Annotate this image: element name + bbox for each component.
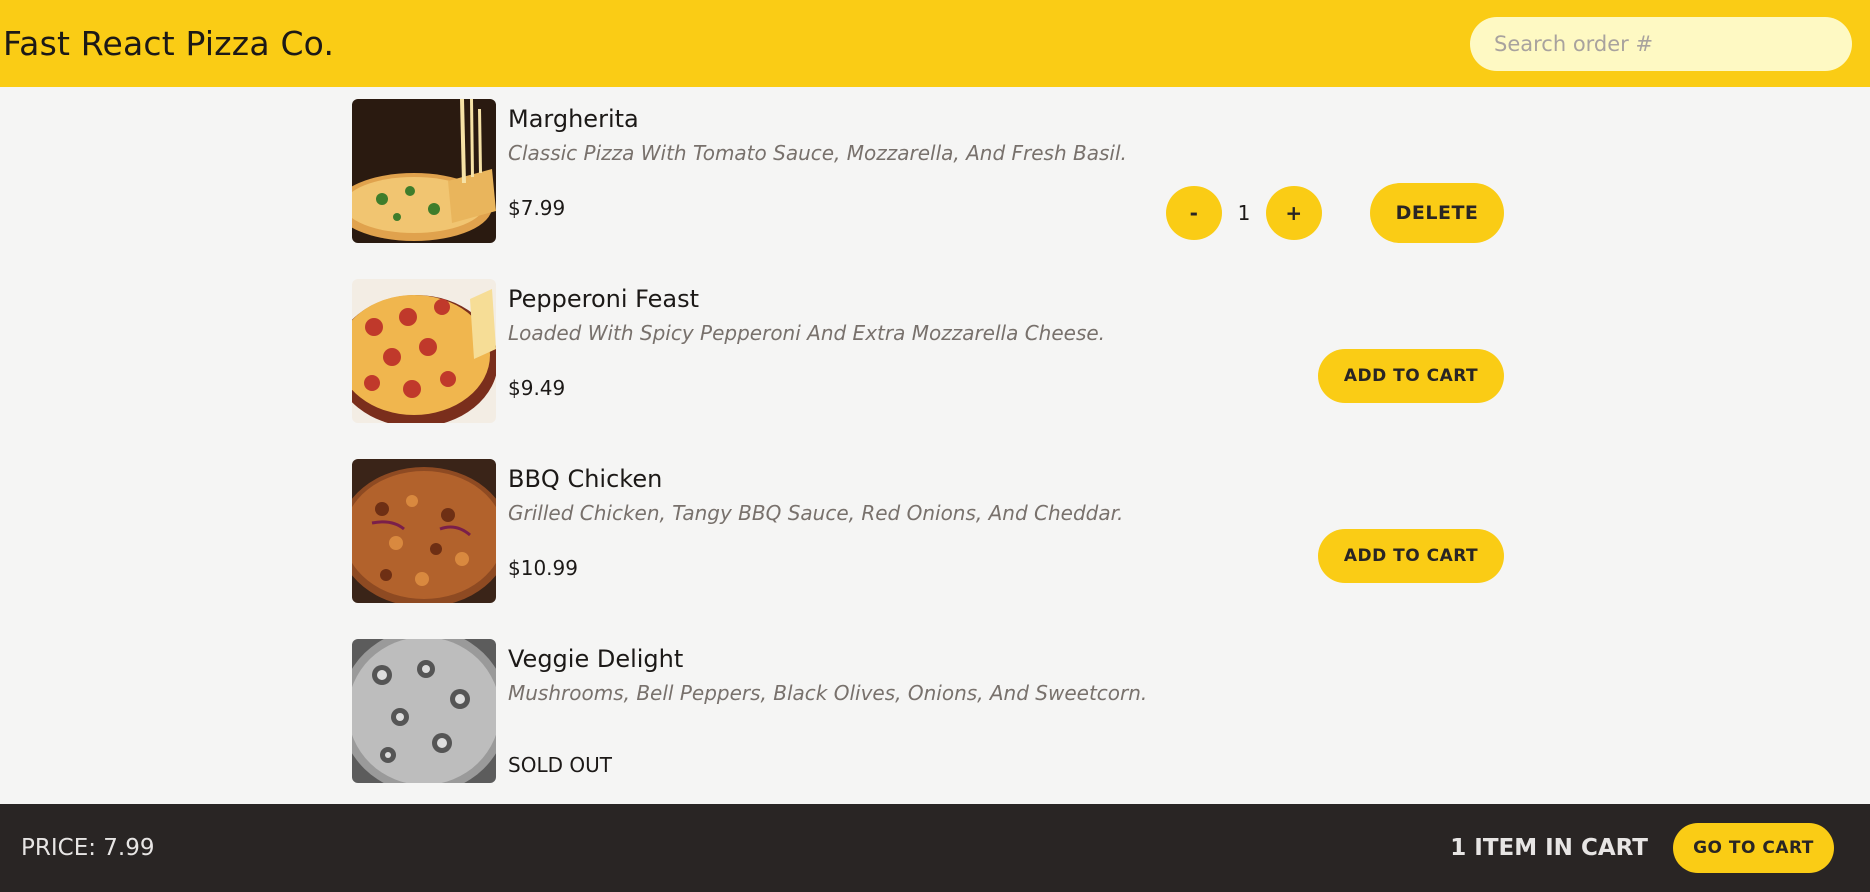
menu-item: Pepperoni Feast Loaded With Spicy Pepper… (352, 279, 1504, 423)
pizza-ingredients: Loaded With Spicy Pepperoni And Extra Mo… (508, 321, 1106, 345)
pizza-ingredients: Classic Pizza With Tomato Sauce, Mozzare… (508, 141, 1127, 165)
sold-out-label: SOLD OUT (508, 753, 612, 777)
add-to-cart-button[interactable]: ADD TO CART (1318, 349, 1504, 403)
menu-item: Veggie Delight Mushrooms, Bell Peppers, … (352, 639, 1504, 783)
pizza-name: Margherita (508, 105, 639, 133)
quantity-stepper: - 1 + (1166, 186, 1322, 240)
pizza-name: Veggie Delight (508, 645, 684, 673)
pizza-image (352, 639, 496, 783)
menu-item: BBQ Chicken Grilled Chicken, Tangy BBQ S… (352, 459, 1504, 603)
pizza-name: BBQ Chicken (508, 465, 663, 493)
pizza-image (352, 99, 496, 243)
increase-quantity-button[interactable]: + (1266, 186, 1322, 240)
pizza-price: $7.99 (508, 196, 566, 220)
cart-item-count: 1 ITEM IN CART (1450, 835, 1648, 861)
pizza-price: $9.49 (508, 376, 566, 400)
decrease-quantity-button[interactable]: - (1166, 186, 1222, 240)
menu-item: Margherita Classic Pizza With Tomato Sau… (352, 99, 1504, 243)
delete-button[interactable]: DELETE (1370, 183, 1504, 243)
go-to-cart-button[interactable]: GO TO CART (1673, 823, 1834, 873)
pizza-name: Pepperoni Feast (508, 285, 700, 313)
search-order-input[interactable] (1470, 16, 1852, 71)
quantity-value: 1 (1237, 201, 1251, 225)
menu-list: Margherita Classic Pizza With Tomato Sau… (352, 99, 1504, 819)
pizza-ingredients: Mushrooms, Bell Peppers, Black Olives, O… (508, 681, 1148, 705)
add-to-cart-button[interactable]: ADD TO CART (1318, 529, 1504, 583)
cart-total-price: PRICE: 7.99 (21, 835, 155, 861)
pizza-ingredients: Grilled Chicken, Tangy BBQ Sauce, Red On… (508, 501, 1124, 525)
cart-overview: PRICE: 7.99 1 ITEM IN CART GO TO CART (0, 804, 1870, 892)
app-header: Fast React Pizza Co. (0, 0, 1870, 87)
app-logo[interactable]: Fast React Pizza Co. (3, 24, 334, 63)
pizza-image (352, 459, 496, 603)
pizza-price: $10.99 (508, 556, 578, 580)
pizza-image (352, 279, 496, 423)
